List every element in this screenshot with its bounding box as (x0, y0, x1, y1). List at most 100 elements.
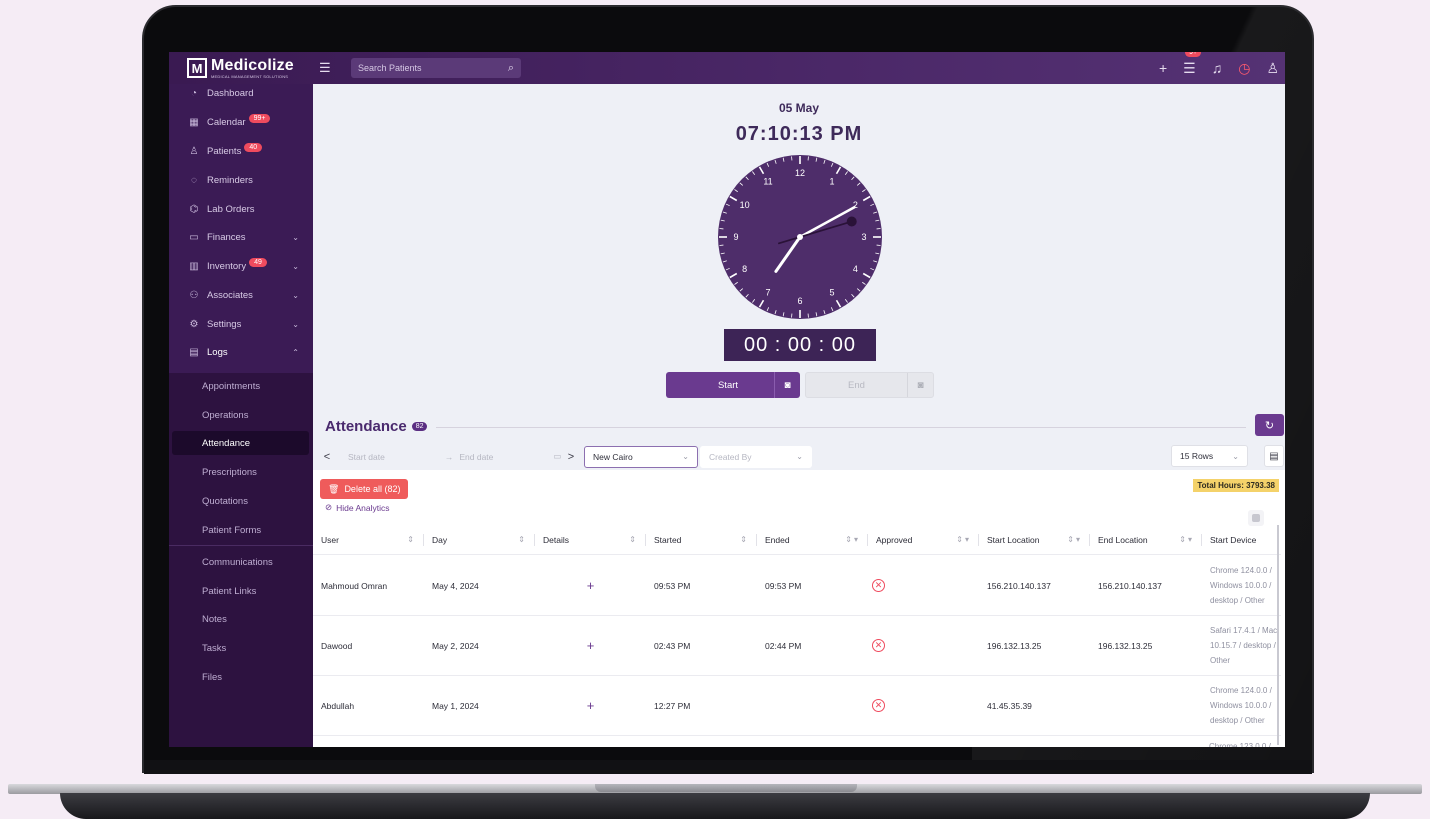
column-header-approved[interactable]: Approved ⇕▾ (868, 525, 979, 555)
date-range-picker[interactable]: Start date → End date ▭ (334, 446, 564, 468)
sidebar-subitem-prescriptions[interactable]: Prescriptions (169, 460, 313, 484)
sort-icon[interactable]: ⇕ (629, 535, 638, 544)
user-icon: ♙ (189, 145, 199, 157)
not-approved-icon[interactable]: ✕ (872, 579, 885, 592)
clock-number: 8 (742, 264, 747, 274)
sidebar-item-logs[interactable]: ▤ Logs ⌃ (169, 340, 313, 364)
column-header-ended[interactable]: Ended ⇕▾ (757, 525, 868, 555)
sidebar-subitem-quotations[interactable]: Quotations (169, 489, 313, 513)
sidebar-item-calendar[interactable]: ▦ Calendar 99+ (169, 110, 313, 134)
not-approved-icon[interactable]: ✕ (872, 639, 885, 652)
columns-button[interactable]: ▤ (1264, 445, 1284, 467)
table-row[interactable]: Abdullah May 1, 2024 + 12:27 PM ✕ 41.45.… (313, 676, 1281, 736)
clock-icon[interactable]: ◷ (1238, 60, 1250, 77)
sidebar-subitem-operations[interactable]: Operations (169, 403, 313, 427)
sort-icon[interactable]: ⇕ (740, 535, 749, 544)
sort-icon[interactable]: ⇕ (407, 535, 416, 544)
end-button[interactable]: End ◙ (805, 372, 934, 398)
expand-details-icon[interactable]: + (535, 556, 646, 616)
cell-day: May 2, 2024 (432, 640, 479, 651)
expand-details-icon[interactable]: + (535, 616, 646, 676)
sort-filter-icon[interactable]: ⇕▾ (1179, 535, 1194, 544)
sort-filter-icon[interactable]: ⇕▾ (845, 535, 860, 544)
not-approved-icon[interactable]: ✕ (872, 699, 885, 712)
column-header-user[interactable]: User ⇕ (313, 525, 424, 555)
clock-number: 7 (765, 287, 770, 297)
sidebar-item-dashboard[interactable]: ◔ Dashboard (169, 81, 313, 105)
sort-icon[interactable]: ⇕ (518, 535, 527, 544)
calendar-badge: 99+ (248, 113, 271, 123)
top-bar: M Medicolize MEDICAL MANAGEMENT SOLUTION… (169, 52, 1285, 84)
prev-arrow-icon[interactable]: < (320, 451, 334, 463)
clock-center (797, 234, 803, 240)
sidebar-item-finances[interactable]: ▭ Finances ⌄ (169, 225, 313, 249)
cell-approved[interactable]: ✕ (868, 616, 979, 676)
cell-end-location: 156.210.140.137 (1098, 580, 1162, 591)
task-list-icon[interactable]: ☰ 9+ (1183, 52, 1202, 77)
sidebar-item-inventory[interactable]: ▥ Inventory 49 ⌄ (169, 254, 313, 278)
cell-approved[interactable]: ✕ (868, 556, 979, 616)
created-by-select[interactable]: Created By ⌄ (700, 445, 812, 468)
column-header-started[interactable]: Started ⇕ (646, 525, 757, 555)
attendance-timer: 00 : 00 : 00 (724, 329, 876, 361)
sidebar-subitem-tasks[interactable]: Tasks (169, 636, 313, 660)
hide-analytics-link[interactable]: ⊘ Hide Analytics (325, 502, 390, 513)
cell-start-location: 196.132.13.25 (987, 640, 1042, 651)
table-row[interactable]: Chrome 123.0.0 / (313, 736, 1281, 747)
sort-filter-icon[interactable]: ⇕▾ (956, 535, 971, 544)
search-icon[interactable]: ⌕ (508, 62, 514, 75)
sidebar-subitem-communications[interactable]: Communications (169, 550, 313, 574)
expand-details-icon[interactable]: + (535, 676, 646, 736)
column-header-details[interactable]: Details ⇕ (535, 525, 646, 555)
calendar-icon: ▭ (553, 451, 562, 461)
brand[interactable]: M Medicolize MEDICAL MANAGEMENT SOLUTION… (169, 52, 313, 84)
sidebar-subitem-files[interactable]: Files (169, 665, 313, 689)
sidebar-item-associates[interactable]: ⚇ Associates ⌄ (169, 283, 313, 307)
add-icon[interactable]: + (1159, 60, 1167, 76)
menu-toggle-icon[interactable]: ☰ (319, 60, 339, 76)
clock-number: 3 (861, 232, 866, 242)
sidebar-item-reminders[interactable]: ◌ Reminders (169, 168, 313, 192)
sidebar-subitem-patient-links[interactable]: Patient Links (169, 579, 313, 603)
sort-filter-icon[interactable]: ⇕▾ (1067, 535, 1082, 544)
camera-icon[interactable]: ◙ (774, 372, 800, 398)
bell-icon[interactable]: ♫ (1212, 60, 1223, 76)
sidebar-item-settings[interactable]: ⚙ Settings ⌄ (169, 312, 313, 336)
column-header-end-location[interactable]: End Location ⇕▾ (1090, 525, 1202, 555)
sidebar-subitem-appointments[interactable]: Appointments (169, 374, 313, 398)
camera-icon[interactable]: ◙ (907, 373, 933, 397)
table-scrollbar[interactable] (1277, 525, 1279, 745)
table-row[interactable]: Mahmoud Omran May 4, 2024 + 09:53 PM 09:… (313, 556, 1281, 616)
start-button[interactable]: Start ◙ (666, 372, 800, 398)
cell-start-device: Chrome 123.0.0 / (1209, 742, 1271, 747)
next-arrow-icon[interactable]: > (564, 451, 578, 463)
branch-select[interactable]: New Cairo ⌄ (584, 445, 698, 468)
column-header-start-location[interactable]: Start Location ⇕▾ (979, 525, 1090, 555)
cell-approved[interactable]: ✕ (868, 676, 979, 736)
created-by-placeholder: Created By (709, 451, 752, 462)
column-header-day[interactable]: Day ⇕ (424, 525, 535, 555)
sidebar-subitem-notes[interactable]: Notes (169, 607, 313, 631)
cell-start-device: Chrome 124.0.0 / Windows 10.0.0 / deskto… (1210, 686, 1272, 725)
sidebar-subitem-patient-forms[interactable]: Patient Forms (169, 518, 313, 542)
table-row[interactable]: Dawood May 2, 2024 + 02:43 PM 02:44 PM ✕… (313, 616, 1281, 676)
delete-all-button[interactable]: 🗑 Delete all (82) (320, 479, 409, 499)
settings-icon: ⚙ (189, 318, 199, 330)
rows-per-page-select[interactable]: 15 Rows ⌄ (1171, 445, 1248, 467)
user-icon[interactable]: ♙ (1266, 60, 1279, 77)
top-actions: + ☰ 9+ ♫ ◷ ♙ (1159, 52, 1279, 84)
finance-icon: ▭ (189, 231, 199, 243)
search-box[interactable]: ⌕ (351, 58, 521, 78)
column-header-start-device[interactable]: Start Device (1202, 525, 1281, 555)
sidebar-item-lab-orders[interactable]: ⌬ Lab Orders (169, 197, 313, 221)
cell-user: Abdullah (321, 700, 355, 711)
sidebar-subitem-attendance[interactable]: Attendance (172, 431, 309, 455)
search-input[interactable] (358, 63, 488, 73)
sidebar-item-patients[interactable]: ♙ Patients 40 (169, 139, 313, 163)
attendance-table: 🗑 Delete all (82) ⊘ Hide Analytics Total… (313, 470, 1285, 747)
refresh-icon: ↻ (1264, 419, 1275, 432)
refresh-button[interactable]: ↻ (1255, 414, 1284, 436)
columns-icon: ▤ (1269, 450, 1279, 462)
alarm-icon: ◌ (191, 174, 197, 186)
cell-end-location: 196.132.13.25 (1098, 640, 1153, 651)
